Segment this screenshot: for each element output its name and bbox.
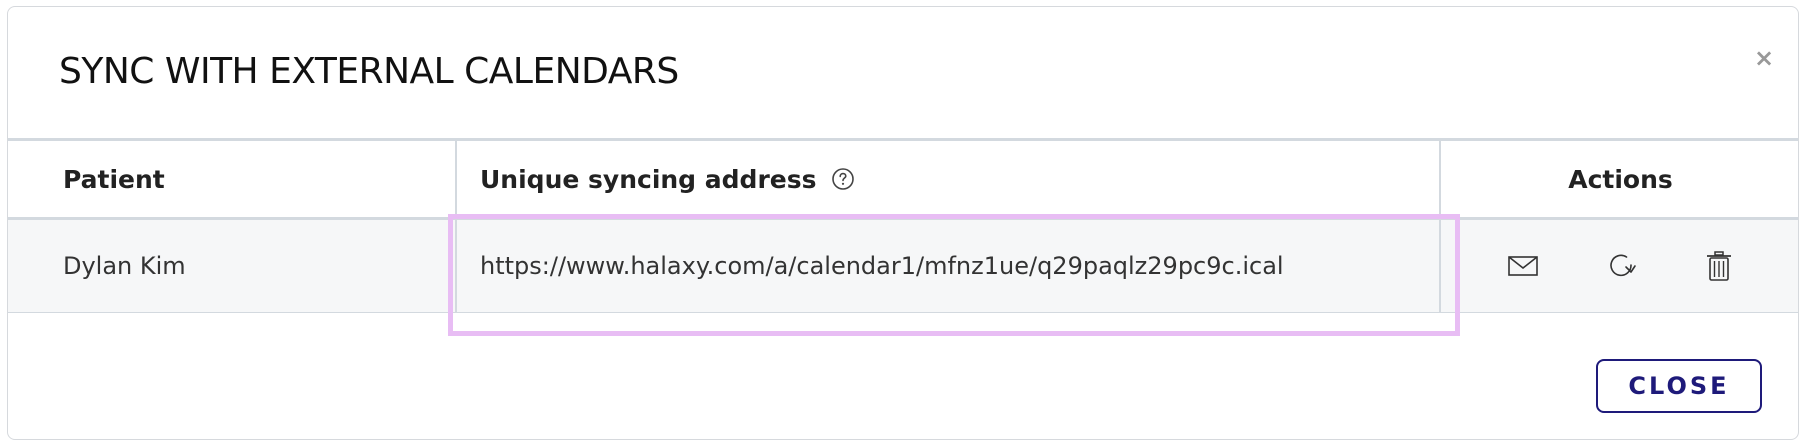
trash-icon[interactable] bbox=[1697, 244, 1741, 288]
header-address: Unique syncing address bbox=[457, 141, 1441, 217]
close-icon[interactable]: × bbox=[1753, 46, 1775, 70]
table-row: Dylan Kim https://www.halaxy.com/a/calen… bbox=[8, 220, 1798, 313]
table-header-row: Patient Unique syncing address Actions bbox=[8, 138, 1798, 220]
header-patient: Patient bbox=[8, 141, 457, 217]
header-address-label: Unique syncing address bbox=[480, 164, 817, 194]
sync-table: Patient Unique syncing address Actions D… bbox=[8, 138, 1798, 313]
dialog-title: SYNC WITH EXTERNAL CALENDARS bbox=[59, 51, 679, 92]
syncing-address[interactable]: https://www.halaxy.com/a/calendar1/mfnz1… bbox=[457, 220, 1441, 312]
header-actions: Actions bbox=[1568, 164, 1673, 194]
patient-name: Dylan Kim bbox=[8, 220, 457, 312]
refresh-icon[interactable] bbox=[1599, 244, 1643, 288]
help-circle-icon[interactable] bbox=[831, 167, 855, 191]
mail-icon[interactable] bbox=[1501, 244, 1545, 288]
close-button[interactable]: CLOSE bbox=[1596, 359, 1762, 413]
sync-calendars-dialog: SYNC WITH EXTERNAL CALENDARS × Patient U… bbox=[7, 6, 1799, 440]
row-actions bbox=[1441, 220, 1798, 312]
